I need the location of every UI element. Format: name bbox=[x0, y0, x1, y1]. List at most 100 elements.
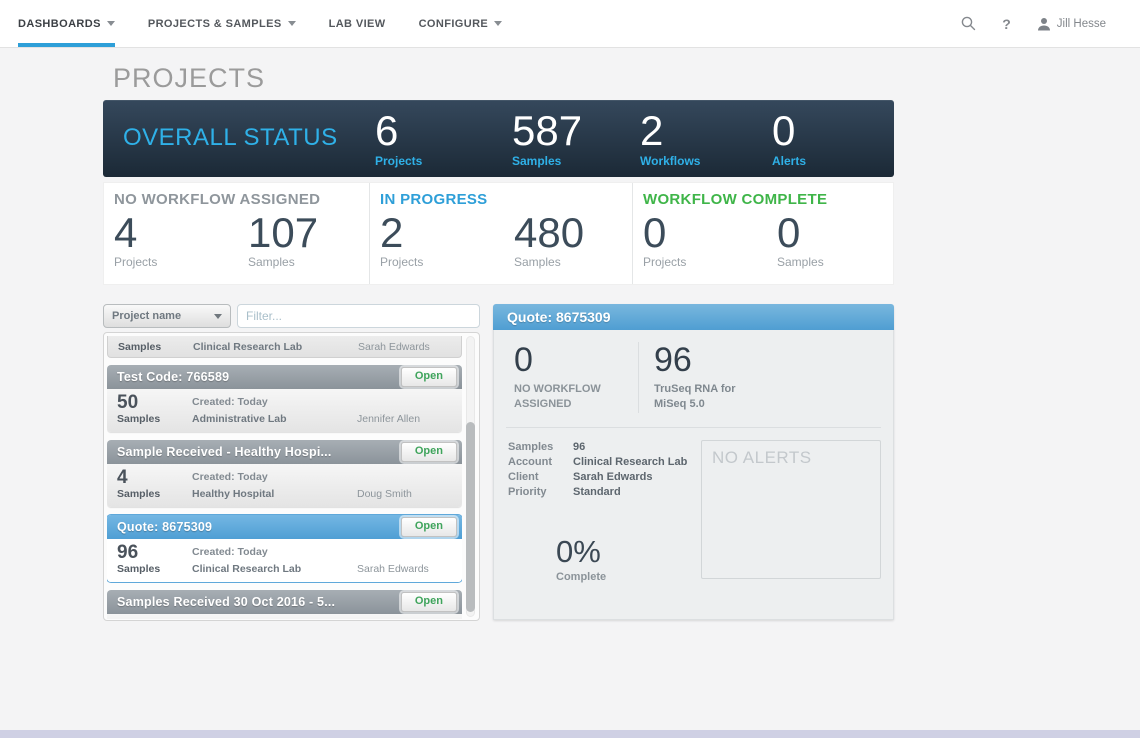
project-title: Test Code: 766589 bbox=[117, 370, 229, 384]
project-card-body: 4 Samples Created: Today Healthy Hospita… bbox=[107, 464, 462, 507]
detail-fields: Samples 96 Account Clinical Research Lab… bbox=[506, 440, 691, 583]
nav-item-projects-samples[interactable]: PROJECTS & SAMPLES bbox=[148, 0, 296, 47]
stat-label: Samples bbox=[248, 255, 318, 269]
stat-value: 0 bbox=[643, 211, 686, 255]
user-menu[interactable]: Jill Hesse bbox=[1037, 17, 1106, 31]
overall-workflows-label: Workflows bbox=[640, 154, 700, 168]
overall-samples-label: Samples bbox=[512, 154, 582, 168]
project-card[interactable]: Samples Received 30 Oct 2016 - 5... Open… bbox=[107, 590, 462, 619]
project-detail-panel: Quote: 8675309 0 NO WORKFLOW ASSIGNED 96… bbox=[493, 304, 894, 620]
overall-samples-value: 587 bbox=[512, 110, 582, 152]
project-card-header[interactable]: Samples Received 30 Oct 2016 - 5... Open bbox=[107, 590, 462, 614]
stat-label: TruSeq RNA for MiSeq 5.0 bbox=[654, 382, 736, 413]
projects-browser: Project name Samples Clinical Research L… bbox=[103, 304, 894, 621]
account-name: Administrative Lab bbox=[192, 413, 357, 425]
section-heading: IN PROGRESS bbox=[380, 191, 488, 208]
owner-name: Sarah Edwards bbox=[357, 563, 452, 575]
project-card[interactable]: Sample Received - Healthy Hospi... Open … bbox=[107, 440, 462, 507]
stat-label-line: TruSeq RNA for bbox=[654, 382, 736, 397]
project-card-header[interactable]: Test Code: 766589 Open bbox=[107, 365, 462, 389]
overall-status-bar: OVERALL STATUS 6 Projects 587 Samples 2 … bbox=[103, 100, 894, 177]
stat-label-line: ASSIGNED bbox=[514, 397, 638, 412]
section-stat: 4 Projects bbox=[114, 211, 157, 269]
stat-label-line: NO WORKFLOW bbox=[514, 382, 638, 397]
field-client: Client Sarah Edwards bbox=[508, 470, 691, 485]
filter-field-dropdown[interactable]: Project name bbox=[103, 304, 231, 328]
section-workflow-complete: WORKFLOW COMPLETE 0 Projects 0 Samples bbox=[632, 183, 893, 284]
project-card-selected[interactable]: Quote: 8675309 Open 96 Samples Created: … bbox=[107, 515, 462, 582]
nav-item-configure[interactable]: CONFIGURE bbox=[419, 0, 503, 47]
nav-item-dashboards-label: DASHBOARDS bbox=[18, 18, 101, 30]
project-card-header[interactable]: Sample Received - Healthy Hospi... Open bbox=[107, 440, 462, 464]
owner-name: Sarah Edwards bbox=[358, 341, 451, 353]
stat-label: NO WORKFLOW ASSIGNED bbox=[514, 382, 638, 413]
main-content: PROJECTS OVERALL STATUS 6 Projects 587 S… bbox=[103, 48, 894, 621]
account-name: Healthy Hospital bbox=[192, 488, 357, 500]
stat-label: Projects bbox=[643, 255, 686, 269]
detail-stat-workflow: 96 TruSeq RNA for MiSeq 5.0 bbox=[639, 342, 736, 413]
chevron-down-icon bbox=[288, 21, 296, 26]
stat-value: 4 bbox=[114, 211, 157, 255]
detail-main: Samples 96 Account Clinical Research Lab… bbox=[506, 428, 881, 583]
help-icon[interactable]: ? bbox=[1002, 16, 1011, 32]
list-scrollbar[interactable] bbox=[466, 336, 475, 617]
project-card-partial[interactable]: Samples Clinical Research Lab Sarah Edwa… bbox=[107, 336, 462, 358]
chevron-down-icon bbox=[107, 21, 115, 26]
page-title: PROJECTS bbox=[103, 48, 894, 100]
project-card[interactable]: Test Code: 766589 Open 50 Samples Create… bbox=[107, 365, 462, 432]
section-stat: 480 Samples bbox=[514, 211, 584, 269]
open-button[interactable]: Open bbox=[401, 442, 457, 461]
overall-alerts-value: 0 bbox=[772, 110, 806, 152]
account-name: Clinical Research Lab bbox=[192, 563, 357, 575]
search-icon[interactable] bbox=[961, 16, 976, 31]
detail-stat-no-workflow: 0 NO WORKFLOW ASSIGNED bbox=[506, 342, 639, 413]
filter-input[interactable] bbox=[237, 304, 480, 328]
section-stat: 0 Samples bbox=[777, 211, 824, 269]
stat-label: Samples bbox=[777, 255, 824, 269]
section-stat: 0 Projects bbox=[643, 211, 686, 269]
user-icon bbox=[1037, 17, 1051, 31]
field-value: Sarah Edwards bbox=[573, 470, 691, 485]
project-card-header[interactable]: Quote: 8675309 Open bbox=[107, 515, 462, 539]
stat-value: 96 bbox=[654, 342, 736, 378]
stat-label: Projects bbox=[380, 255, 423, 269]
overall-status-title: OVERALL STATUS bbox=[123, 124, 338, 152]
detail-header: Quote: 8675309 bbox=[493, 304, 894, 330]
samples-label: Samples bbox=[118, 341, 193, 353]
section-in-progress: IN PROGRESS 2 Projects 480 Samples bbox=[369, 183, 632, 284]
detail-body: 0 NO WORKFLOW ASSIGNED 96 TruSeq RNA for… bbox=[493, 330, 894, 620]
overall-alerts-label: Alerts bbox=[772, 154, 806, 168]
chevron-down-icon bbox=[214, 314, 222, 319]
overall-stat-projects: 6 Projects bbox=[375, 110, 422, 168]
filter-row: Project name bbox=[103, 304, 480, 328]
section-heading: WORKFLOW COMPLETE bbox=[643, 191, 827, 208]
section-stat: 107 Samples bbox=[248, 211, 318, 269]
open-button[interactable]: Open bbox=[401, 517, 457, 536]
project-card-body: 50 Samples Created: Today bbox=[107, 614, 462, 619]
field-account: Account Clinical Research Lab bbox=[508, 455, 691, 470]
open-button[interactable]: Open bbox=[401, 592, 457, 611]
overall-stat-workflows: 2 Workflows bbox=[640, 110, 700, 168]
samples-count: 4 bbox=[117, 468, 192, 486]
project-list: Samples Clinical Research Lab Sarah Edwa… bbox=[103, 332, 480, 621]
field-label: Client bbox=[508, 470, 573, 485]
created-date: Created: Today bbox=[192, 396, 357, 408]
open-button[interactable]: Open bbox=[401, 367, 457, 386]
nav-item-dashboards[interactable]: DASHBOARDS bbox=[18, 0, 115, 47]
nav-item-lab-view[interactable]: LAB VIEW bbox=[329, 0, 386, 47]
stat-value: 0 bbox=[777, 211, 824, 255]
stat-value: 107 bbox=[248, 211, 318, 255]
project-title: Quote: 8675309 bbox=[117, 520, 212, 534]
nav-item-lab-view-label: LAB VIEW bbox=[329, 18, 386, 30]
field-priority: Priority Standard bbox=[508, 485, 691, 500]
samples-count: 96 bbox=[117, 543, 192, 561]
created-date: Created: Today bbox=[192, 546, 357, 558]
owner-name: Doug Smith bbox=[357, 488, 452, 500]
project-title: Sample Received - Healthy Hospi... bbox=[117, 445, 332, 459]
field-value: 96 bbox=[573, 440, 691, 455]
scrollbar-thumb[interactable] bbox=[466, 422, 475, 612]
field-value: Standard bbox=[573, 485, 691, 500]
filter-field-value: Project name bbox=[112, 310, 181, 322]
stat-value: 480 bbox=[514, 211, 584, 255]
nav-item-projects-samples-label: PROJECTS & SAMPLES bbox=[148, 18, 282, 30]
